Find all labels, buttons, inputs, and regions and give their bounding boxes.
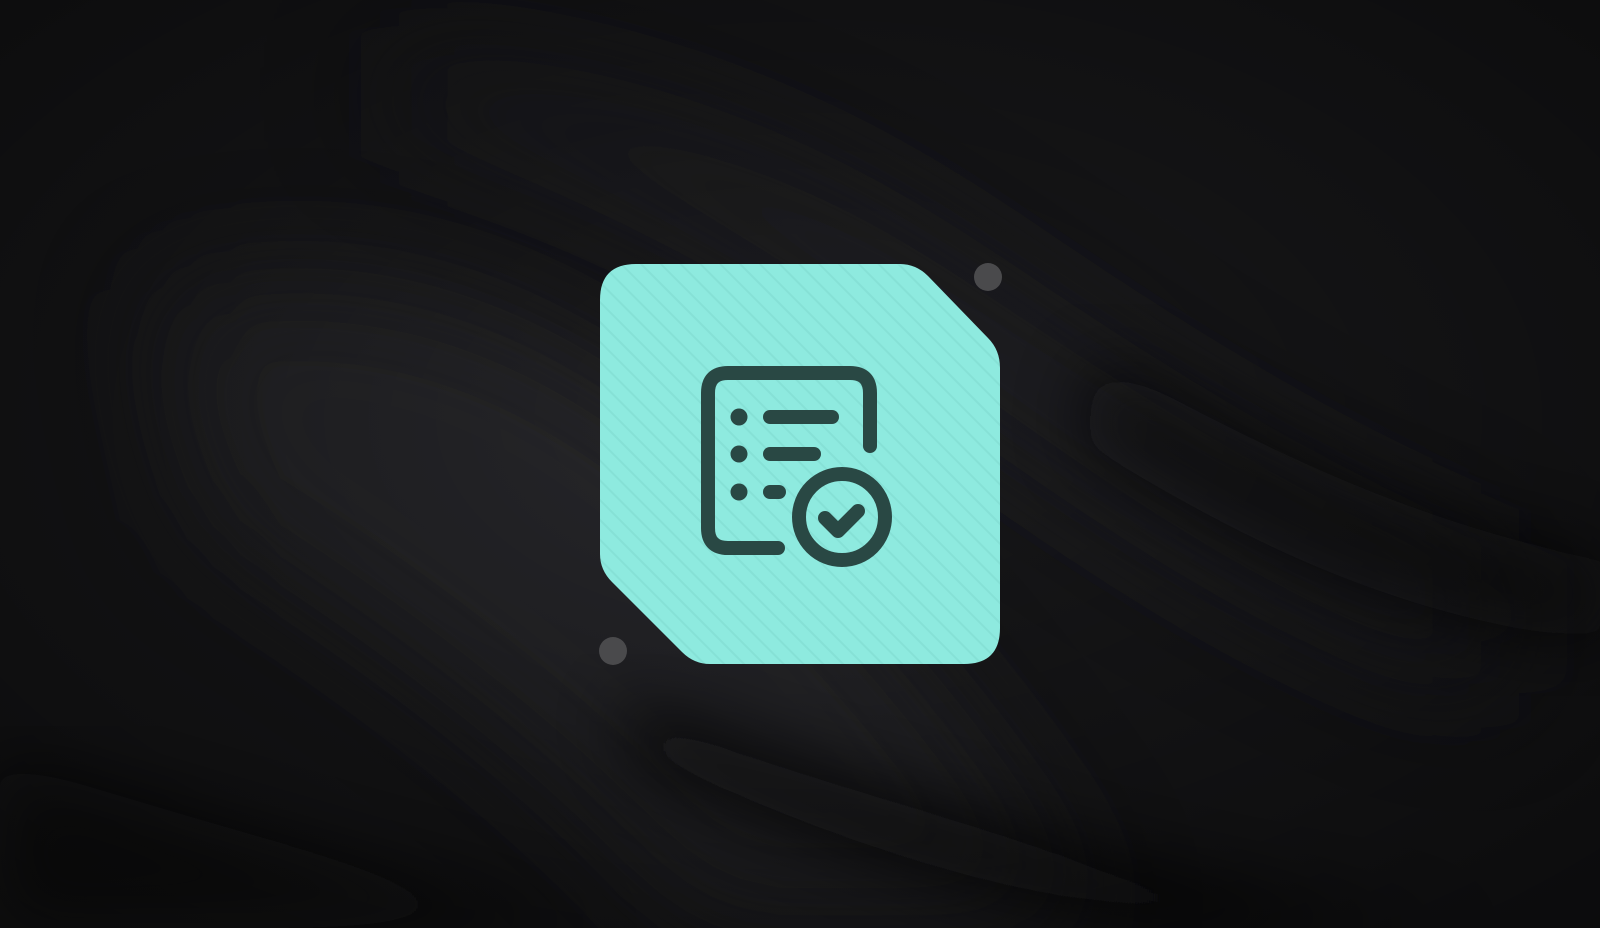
task-list-check-icon [700,366,910,576]
app-icon-showcase [0,0,1600,928]
